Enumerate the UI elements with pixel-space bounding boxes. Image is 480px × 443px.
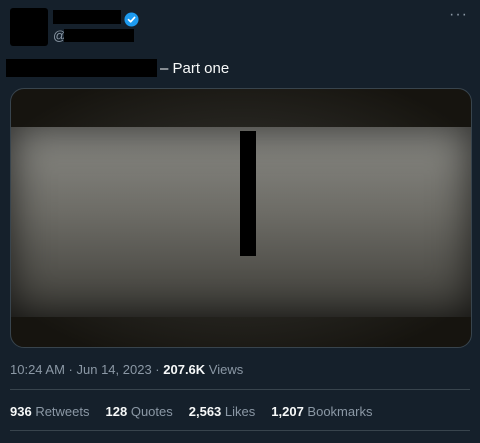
- quotes-stat[interactable]: 128 Quotes: [106, 404, 173, 419]
- views-label: Views: [205, 362, 244, 377]
- quotes-count: 128: [105, 404, 128, 419]
- avatar[interactable]: [10, 8, 48, 46]
- more-options-icon[interactable]: ···: [449, 6, 468, 24]
- bookmarks-label: Bookmarks: [303, 404, 373, 419]
- divider: [10, 430, 470, 431]
- tweet-time[interactable]: 10:24 AM: [10, 362, 65, 377]
- bookmarks-count: 1,207: [271, 404, 304, 419]
- likes-count: 2,563: [188, 404, 222, 419]
- retweets-stat[interactable]: 936 Retweets: [10, 404, 90, 419]
- media-redaction: [240, 131, 256, 256]
- meta-separator: ·: [151, 362, 164, 377]
- likes-stat[interactable]: 2,563 Likes: [189, 404, 256, 419]
- bookmarks-stat[interactable]: 1,207 Bookmarks: [271, 404, 372, 419]
- likes-label: Likes: [221, 404, 256, 419]
- tweet-text: – Part one: [160, 60, 230, 77]
- divider: [10, 389, 470, 390]
- video-media[interactable]: [10, 88, 472, 348]
- tweet-metadata: 10:24 AM · Jun 14, 2023 · 207.6K Views: [10, 362, 243, 377]
- handle-redaction[interactable]: [64, 29, 134, 42]
- verified-badge-icon: [124, 12, 139, 27]
- meta-separator: ·: [64, 362, 77, 377]
- views-count: 207.6K: [163, 362, 206, 377]
- engagement-stats: 936 Retweets 128 Quotes 2,563 Likes 1,20…: [10, 404, 372, 419]
- retweets-label: Retweets: [31, 404, 90, 419]
- display-name-redaction[interactable]: [53, 10, 121, 24]
- retweets-count: 936: [10, 404, 32, 419]
- quotes-label: Quotes: [127, 404, 173, 419]
- tweet-text-redaction: [6, 59, 157, 77]
- tweet-date[interactable]: Jun 14, 2023: [77, 362, 152, 377]
